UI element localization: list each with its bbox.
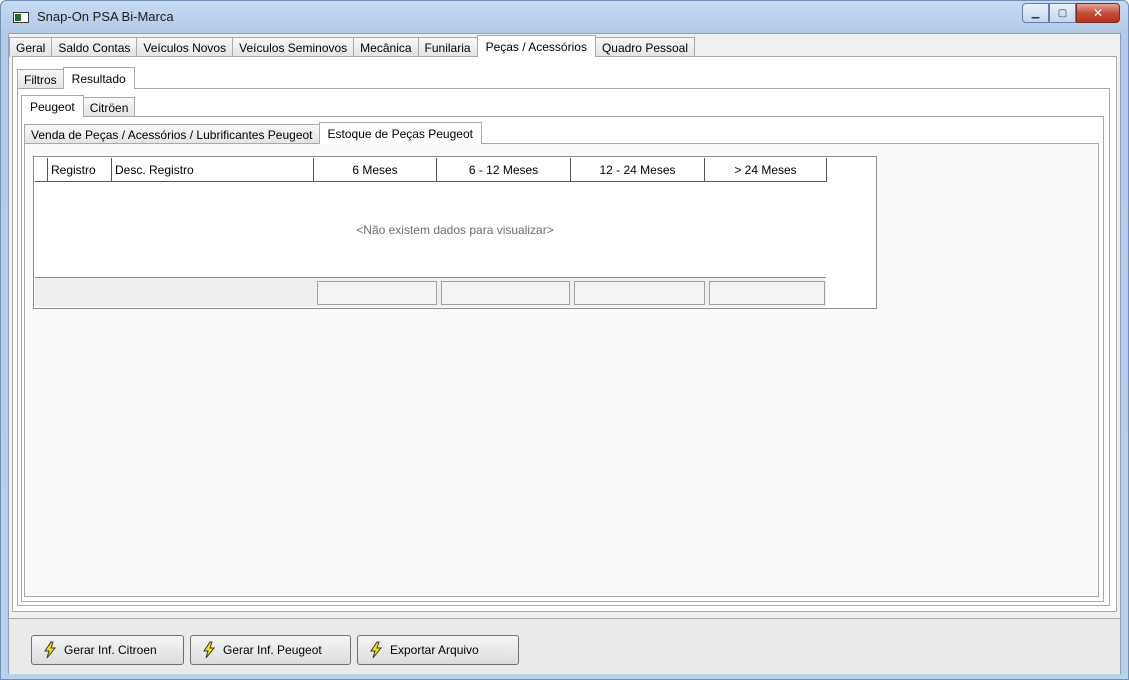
footer-cell-24-meses [709, 281, 825, 305]
lightning-bolt-icon [44, 641, 57, 659]
tab-veiculos-novos[interactable]: Veículos Novos [136, 37, 234, 57]
tab-peugeot[interactable]: Peugeot [21, 95, 84, 117]
report-tab-panel: Registro Desc. Registro 6 Meses 6 - 12 M… [24, 143, 1099, 597]
report-tab-strip: Venda de Peças / Acessórios / Lubrifican… [24, 122, 482, 144]
gerar-peugeot-button[interactable]: Gerar Inf. Peugeot [190, 635, 351, 665]
sub-tab-panel: Peugeot Citröen Venda de Peças / Acessór… [17, 88, 1110, 606]
footer-cell-6-12-meses [441, 281, 570, 305]
footer-cell-6-meses [317, 281, 437, 305]
tab-citroen[interactable]: Citröen [82, 97, 136, 117]
exportar-arquivo-button[interactable]: Exportar Arquivo [357, 635, 519, 665]
bottom-button-bar: Gerar Inf. Citroen Gerar Inf. Peugeot Ex… [9, 618, 1120, 674]
grid-footer [35, 277, 826, 307]
minimize-button[interactable]: ▁ [1022, 3, 1049, 23]
tab-estoque-pecas[interactable]: Estoque de Peças Peugeot [318, 122, 482, 144]
main-tab-strip: Geral Saldo Contas Veículos Novos Veícul… [9, 35, 696, 57]
column-header-12-24-meses[interactable]: 12 - 24 Meses [571, 158, 705, 182]
brand-tab-strip: Peugeot Citröen [21, 95, 136, 117]
grid-header: Registro Desc. Registro 6 Meses 6 - 12 M… [35, 158, 827, 182]
exportar-arquivo-label: Exportar Arquivo [390, 643, 479, 657]
gerar-citroen-label: Gerar Inf. Citroen [64, 643, 157, 657]
tab-saldo-contas[interactable]: Saldo Contas [51, 37, 138, 57]
tab-veiculos-seminovos[interactable]: Veículos Seminovos [232, 37, 355, 57]
data-grid[interactable]: Registro Desc. Registro 6 Meses 6 - 12 M… [33, 156, 877, 309]
close-button[interactable]: ✕ [1076, 3, 1120, 23]
tab-quadro-pessoal[interactable]: Quadro Pessoal [594, 37, 696, 57]
tab-resultado[interactable]: Resultado [62, 67, 135, 89]
lightning-bolt-icon [370, 641, 383, 659]
tab-geral[interactable]: Geral [9, 37, 53, 57]
grid-empty-message: <Não existem dados para visualizar> [356, 223, 554, 237]
footer-cell-12-24-meses [574, 281, 705, 305]
column-header-6-meses[interactable]: 6 Meses [314, 158, 437, 182]
main-tab-panel: Filtros Resultado Peugeot Citröen Venda … [12, 56, 1117, 612]
column-header-6-12-meses[interactable]: 6 - 12 Meses [437, 158, 571, 182]
gerar-peugeot-label: Gerar Inf. Peugeot [223, 643, 322, 657]
window-app-icon [13, 12, 29, 23]
sub-tab-strip: Filtros Resultado [17, 67, 135, 89]
brand-tab-panel: Venda de Peças / Acessórios / Lubrifican… [21, 116, 1104, 602]
lightning-bolt-icon [203, 641, 216, 659]
footer-spacer [35, 278, 317, 307]
column-header-desc-registro[interactable]: Desc. Registro [112, 158, 314, 182]
client-area: Geral Saldo Contas Veículos Novos Veícul… [8, 33, 1121, 674]
tab-venda-pecas[interactable]: Venda de Peças / Acessórios / Lubrifican… [24, 124, 320, 144]
gerar-citroen-button[interactable]: Gerar Inf. Citroen [31, 635, 184, 665]
window-title: Snap-On PSA Bi-Marca [37, 9, 174, 24]
column-header-registro[interactable]: Registro [48, 158, 112, 182]
caption-buttons: ▁ ▢ ✕ [1022, 3, 1120, 23]
maximize-button[interactable]: ▢ [1049, 3, 1076, 23]
title-bar[interactable]: Snap-On PSA Bi-Marca ▁ ▢ ✕ [1, 1, 1128, 33]
tab-mecanica[interactable]: Mecânica [353, 37, 419, 57]
tab-funilaria[interactable]: Funilaria [417, 37, 478, 57]
column-header-24-meses[interactable]: > 24 Meses [705, 158, 827, 182]
tab-filtros[interactable]: Filtros [17, 69, 64, 89]
app-window: Snap-On PSA Bi-Marca ▁ ▢ ✕ Geral Saldo C… [0, 0, 1129, 680]
row-indicator-header [35, 158, 48, 182]
tab-pecas-acessorios[interactable]: Peças / Acessórios [476, 35, 596, 57]
